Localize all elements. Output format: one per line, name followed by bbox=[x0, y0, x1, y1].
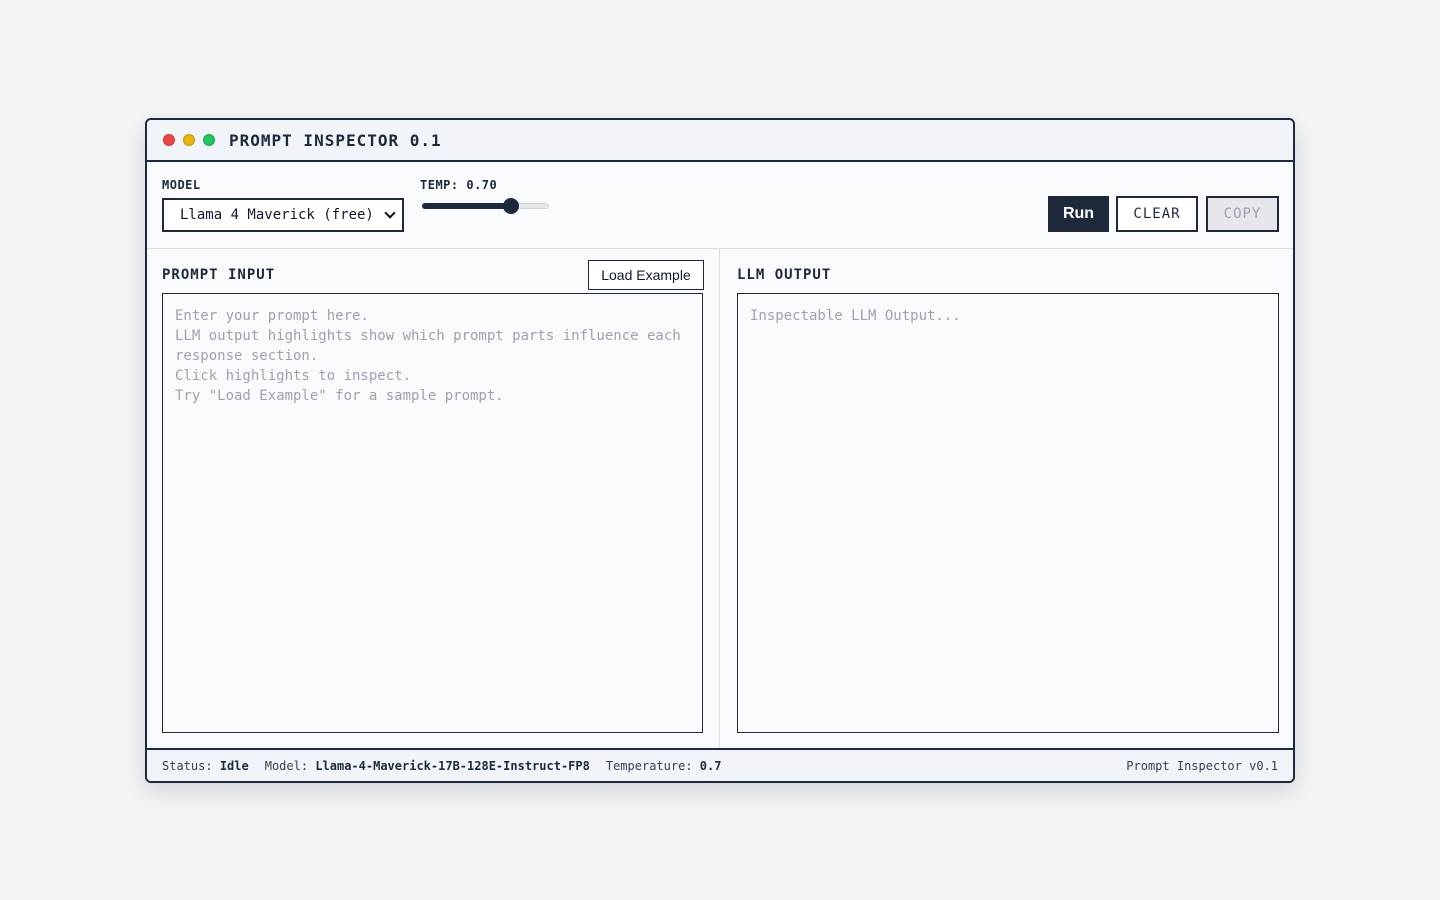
temperature-slider[interactable] bbox=[422, 198, 549, 214]
status-value: Idle bbox=[219, 758, 249, 773]
prompt-panel-title: PROMPT INPUT bbox=[162, 267, 276, 283]
prompt-placeholder-line: Click highlights to inspect. bbox=[175, 368, 412, 384]
title-bar: PROMPT INSPECTOR 0.1 bbox=[147, 120, 1293, 162]
prompt-placeholder-line: LLM output highlights show which prompt … bbox=[175, 328, 690, 364]
llm-output-area[interactable]: Inspectable LLM Output... bbox=[737, 293, 1279, 733]
output-panel-title: LLM OUTPUT bbox=[737, 267, 832, 283]
prompt-placeholder-line: Enter your prompt here. bbox=[175, 308, 369, 324]
output-placeholder: Inspectable LLM Output... bbox=[750, 308, 961, 324]
maximize-window-icon[interactable] bbox=[203, 134, 215, 146]
slider-thumb[interactable] bbox=[502, 198, 519, 214]
app-title: PROMPT INSPECTOR 0.1 bbox=[229, 130, 442, 150]
status-model-value: Llama-4-Maverick-17B-128E-Instruct-FP8 bbox=[315, 758, 590, 773]
minimize-window-icon[interactable] bbox=[183, 134, 195, 146]
temperature-label: TEMP: 0.70 bbox=[420, 178, 498, 192]
toolbar: MODEL Llama 4 Maverick (free) TEMP: 0.70… bbox=[147, 162, 1293, 249]
app-version: Prompt Inspector v0.1 bbox=[1126, 758, 1278, 773]
status-temperature-label: Temperature: bbox=[605, 758, 693, 773]
panels: PROMPT INPUT Load Example Enter your pro… bbox=[147, 249, 1293, 750]
status-temperature-value: 0.7 bbox=[699, 758, 722, 773]
app-window: PROMPT INSPECTOR 0.1 MODEL Llama 4 Maver… bbox=[145, 118, 1295, 783]
output-panel: LLM OUTPUT Inspectable LLM Output... bbox=[721, 249, 1293, 750]
load-example-button[interactable]: Load Example bbox=[588, 260, 704, 290]
chevron-down-icon bbox=[384, 207, 396, 219]
copy-button[interactable]: COPY bbox=[1206, 196, 1279, 232]
prompt-input[interactable]: Enter your prompt here. LLM output highl… bbox=[162, 293, 703, 733]
status-label: Status: bbox=[162, 758, 213, 773]
model-label: MODEL bbox=[162, 178, 201, 192]
status-model-label: Model: bbox=[264, 758, 309, 773]
run-button[interactable]: Run bbox=[1048, 196, 1109, 232]
prompt-panel: PROMPT INPUT Load Example Enter your pro… bbox=[147, 249, 720, 750]
clear-button[interactable]: CLEAR bbox=[1116, 196, 1198, 232]
status-bar: Status: Idle Model: Llama-4-Maverick-17B… bbox=[147, 748, 1293, 781]
close-window-icon[interactable] bbox=[163, 134, 175, 146]
model-select[interactable]: Llama 4 Maverick (free) bbox=[162, 198, 404, 232]
model-select-value: Llama 4 Maverick (free) bbox=[180, 207, 374, 223]
slider-fill bbox=[422, 203, 511, 209]
prompt-placeholder-line: Try "Load Example" for a sample prompt. bbox=[175, 388, 504, 404]
